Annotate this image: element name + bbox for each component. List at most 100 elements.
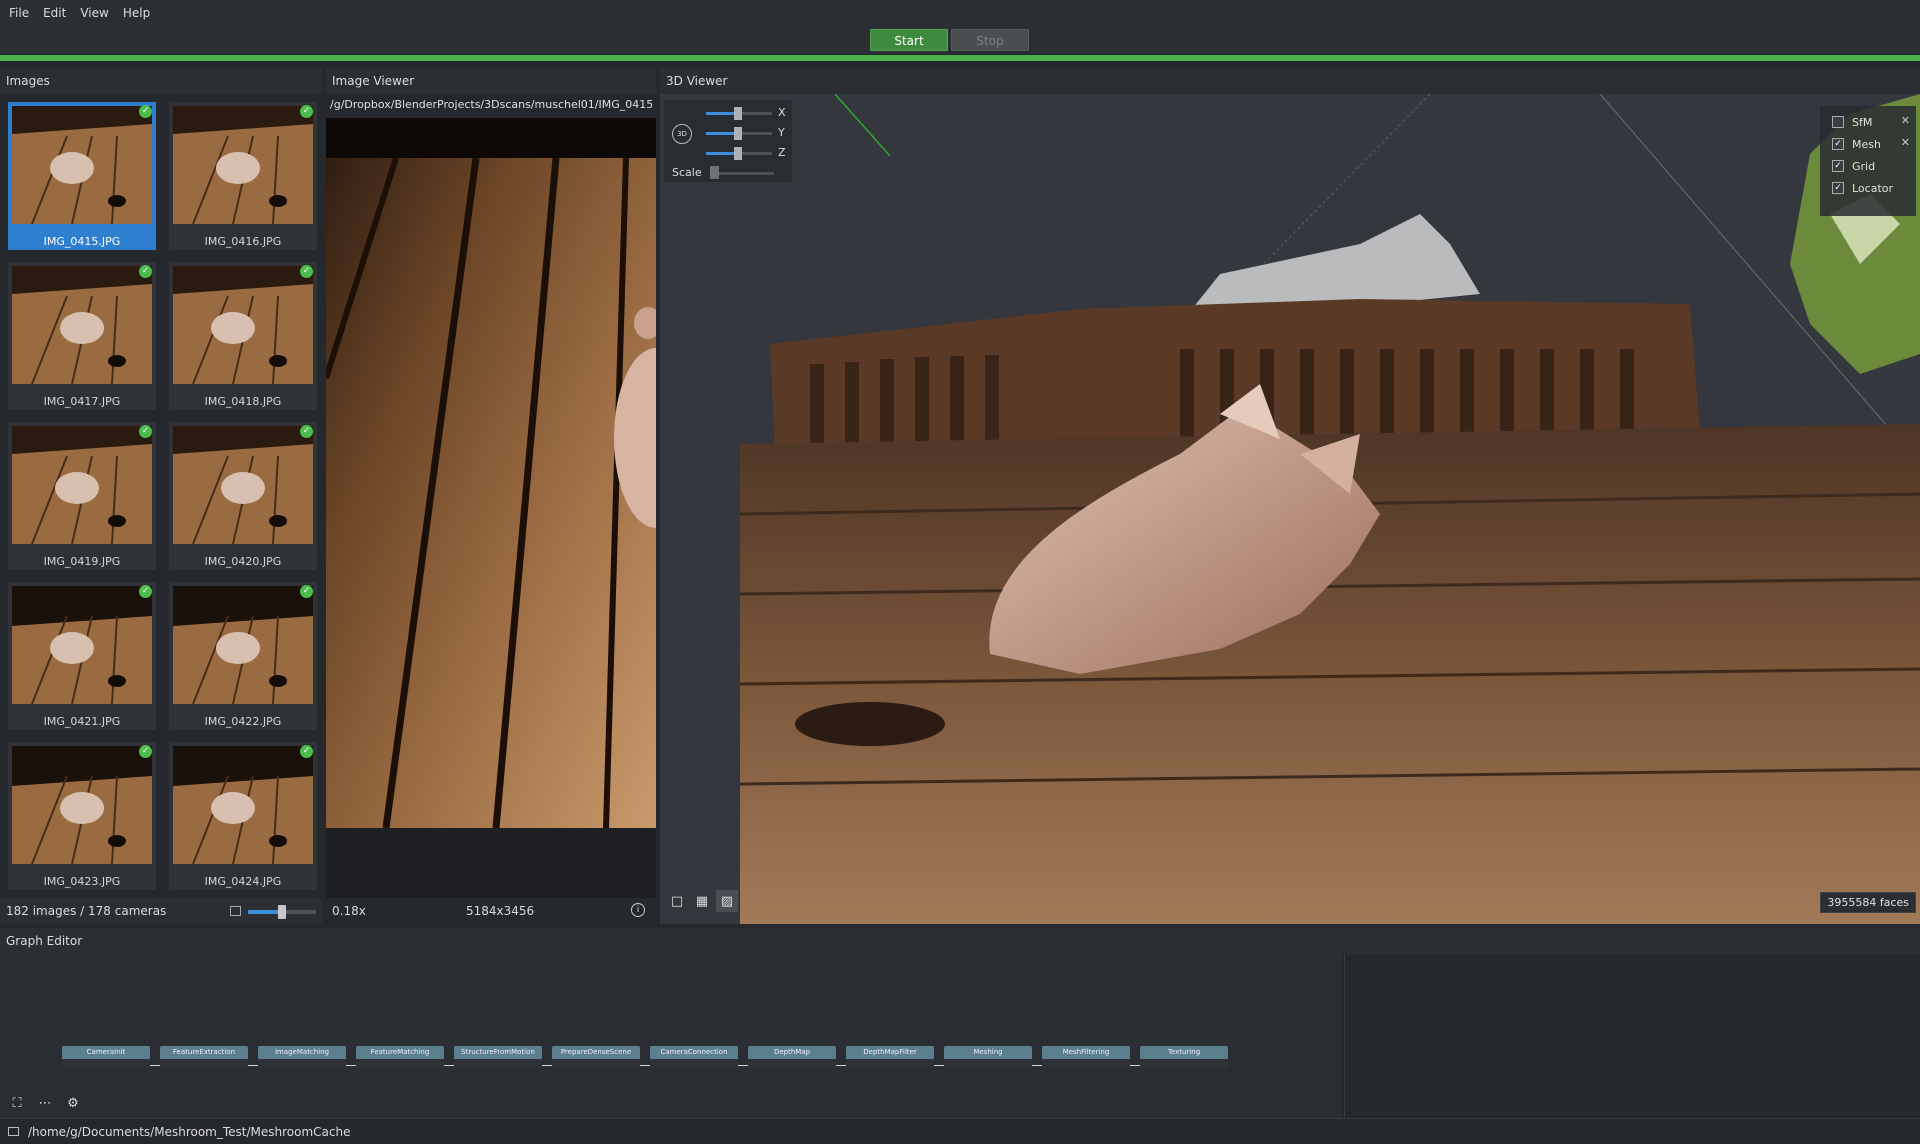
start-button[interactable]: Start [870, 29, 948, 51]
layer-sfm-checkbox[interactable] [1832, 116, 1844, 128]
axis-y-slider[interactable]: Y [706, 126, 786, 140]
textured-icon[interactable]: ▨ [716, 890, 738, 912]
layer-mesh-close-icon[interactable]: ✕ [1901, 136, 1910, 149]
layer-locator[interactable]: ✓ Locator [1832, 178, 1893, 198]
graph-node-body [552, 1059, 640, 1068]
graph-canvas[interactable]: CameraInit FeatureExtraction ImageMatching… [0, 954, 1342, 1118]
render-mode-toolbar: □ ▦ ▨ [666, 890, 746, 916]
gear-icon[interactable]: ⚙ [62, 1094, 84, 1114]
layer-mesh[interactable]: ✓ Mesh [1832, 134, 1881, 154]
images-panel-title: Images [0, 68, 322, 94]
layer-mesh-checkbox[interactable]: ✓ [1832, 138, 1844, 150]
cache-path: /home/g/Documents/Meshroom_Test/Meshroom… [28, 1125, 351, 1139]
image-thumbnail[interactable]: ✓ IMG_0418.JPG [169, 262, 317, 410]
image-thumbnail[interactable]: ✓ IMG_0415.JPG [8, 102, 156, 250]
thumbnail-image [173, 266, 313, 384]
axis-x-fill [706, 112, 736, 115]
info-icon[interactable]: i [631, 903, 645, 917]
axis-x-handle[interactable] [734, 107, 742, 120]
menu-file[interactable]: File [2, 0, 36, 26]
rotate-3d-icon[interactable]: 3D [672, 124, 692, 144]
graph-node[interactable]: MeshFiltering [1042, 1046, 1130, 1068]
menu-edit[interactable]: Edit [36, 0, 73, 26]
thumbnail-size-icon [230, 906, 241, 916]
image-thumbnail[interactable]: ✓ IMG_0417.JPG [8, 262, 156, 410]
image-thumbnail[interactable]: ✓ IMG_0422.JPG [169, 582, 317, 730]
graph-node[interactable]: DepthMapFilter [846, 1046, 934, 1068]
thumbnail-size-slider[interactable] [248, 905, 316, 919]
check-icon: ✓ [139, 425, 152, 438]
viewer-3d-canvas[interactable]: 3D X Y Z Scale SfM ✕ ✓ Mesh ✕ ✓ Grid ✓ L… [660, 94, 1920, 924]
image-thumbnail[interactable]: ✓ IMG_0424.JPG [169, 742, 317, 890]
axis-y-handle[interactable] [734, 127, 742, 140]
axis-z-slider[interactable]: Z [706, 146, 786, 160]
layer-locator-checkbox[interactable]: ✓ [1832, 182, 1844, 194]
stop-button[interactable]: Stop [951, 29, 1029, 51]
graph-node-body [1140, 1059, 1228, 1068]
graph-node[interactable]: ImageMatching [258, 1046, 346, 1068]
graph-edge [934, 1065, 944, 1066]
layer-grid-checkbox[interactable]: ✓ [1832, 160, 1844, 172]
wood-plank-photo [326, 118, 656, 828]
graph-node[interactable]: PrepareDenseScene [552, 1046, 640, 1068]
graph-node-title: PrepareDenseScene [552, 1046, 640, 1059]
image-thumbnail[interactable]: ✓ IMG_0421.JPG [8, 582, 156, 730]
axis-z-label: Z [778, 146, 786, 159]
layers-panel: SfM ✕ ✓ Mesh ✕ ✓ Grid ✓ Locator [1820, 106, 1916, 216]
image-thumbnail[interactable]: ✓ IMG_0420.JPG [169, 422, 317, 570]
layer-grid[interactable]: ✓ Grid [1832, 156, 1875, 176]
menu-help[interactable]: Help [116, 0, 157, 26]
image-viewer-canvas[interactable] [326, 118, 656, 828]
zoom-level: 0.18x [332, 904, 366, 918]
graph-editor-panel: Graph Editor CameraInit FeatureExtraction… [0, 928, 1920, 1118]
fit-view-icon[interactable]: ⛶ [6, 1094, 28, 1114]
image-viewer-title: Image Viewer [326, 68, 656, 94]
thumbnail-image [173, 426, 313, 544]
folder-icon [8, 1127, 19, 1136]
graph-node-body [62, 1059, 150, 1068]
graph-edge [640, 1065, 650, 1066]
thumbnail-label: IMG_0415.JPG [43, 235, 121, 248]
more-options-icon[interactable]: ⋯ [34, 1094, 56, 1114]
thumbnail-label: IMG_0417.JPG [43, 395, 121, 408]
scale-slider[interactable] [710, 172, 774, 175]
check-icon: ✓ [300, 585, 313, 598]
menu-view[interactable]: View [73, 0, 115, 26]
axis-x-label: X [778, 106, 786, 119]
check-icon: ✓ [300, 265, 313, 278]
status-bar: /home/g/Documents/Meshroom_Test/Meshroom… [0, 1118, 1920, 1144]
axis-x-slider[interactable]: X [706, 106, 786, 120]
graph-node-title: Meshing [944, 1046, 1032, 1059]
scale-handle[interactable] [710, 166, 719, 179]
graph-node-title: StructureFromMotion [454, 1046, 542, 1059]
graph-node[interactable]: Meshing [944, 1046, 1032, 1068]
layer-locator-label: Locator [1852, 181, 1894, 195]
check-icon: ✓ [139, 105, 152, 118]
thumbnail-slider-fill [248, 910, 282, 914]
images-grid[interactable]: ✓ IMG_0415.JPG ✓ IMG_0416.JPG ✓ IMG_0417.JPG ✓… [0, 98, 322, 963]
graph-node[interactable]: FeatureMatching [356, 1046, 444, 1068]
graph-node[interactable]: DepthMap [748, 1046, 836, 1068]
graph-node[interactable]: Texturing [1140, 1046, 1228, 1068]
thumbnail-label: IMG_0419.JPG [43, 555, 121, 568]
axis-z-handle[interactable] [734, 147, 742, 160]
graph-node[interactable]: CameraInit [62, 1046, 150, 1068]
check-icon: ✓ [300, 425, 313, 438]
graph-node[interactable]: CameraConnection [650, 1046, 738, 1068]
check-icon: ✓ [300, 105, 313, 118]
check-icon: ✓ [139, 585, 152, 598]
image-thumbnail[interactable]: ✓ IMG_0423.JPG [8, 742, 156, 890]
image-thumbnail[interactable]: ✓ IMG_0419.JPG [8, 422, 156, 570]
layer-sfm-close-icon[interactable]: ✕ [1901, 114, 1910, 127]
solid-icon[interactable]: □ [666, 890, 688, 912]
thumbnail-image [173, 106, 313, 224]
layer-sfm[interactable]: SfM [1832, 112, 1872, 132]
thumbnail-slider-handle[interactable] [278, 905, 286, 919]
axis-y-label: Y [778, 126, 785, 139]
wireframe-icon[interactable]: ▦ [691, 890, 713, 912]
images-panel: Images ✓ IMG_0415.JPG ✓ IMG_0416.JPG ✓ IMG_04… [0, 68, 322, 924]
graph-node[interactable]: StructureFromMotion [454, 1046, 542, 1068]
graph-node[interactable]: FeatureExtraction [160, 1046, 248, 1068]
thumbnail-image [12, 426, 152, 544]
image-thumbnail[interactable]: ✓ IMG_0416.JPG [169, 102, 317, 250]
